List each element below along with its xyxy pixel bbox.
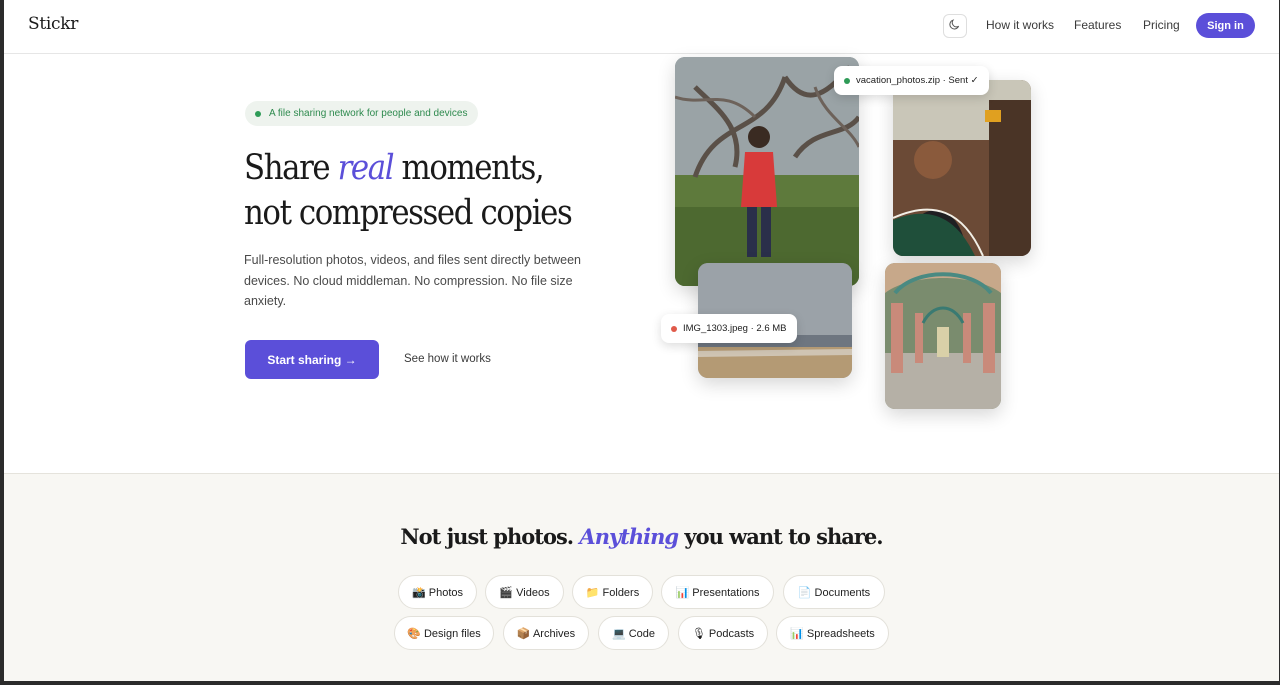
tagline-pill: A file sharing network for people and de… — [245, 101, 479, 126]
tag-design-files[interactable]: 🎨 Design files — [394, 616, 494, 650]
headline-line2: not compressed copies — [244, 193, 573, 233]
transfer-status-dot-icon — [671, 325, 677, 332]
nav-pricing[interactable]: Pricing — [1143, 18, 1180, 32]
logo[interactable]: Stickr — [28, 14, 78, 34]
see-how-it-works-link[interactable]: See how it works — [404, 353, 491, 365]
tag-podcasts[interactable]: 🎙 Podcasts — [678, 616, 768, 650]
title-emphasis: Anything — [579, 524, 679, 549]
file-transfer-label: IMG_1303.jpeg · 2.6 MB — [683, 323, 787, 334]
app-window: Stickr How it works Features Pricing Sig… — [4, 0, 1279, 681]
tag-archives[interactable]: 📦 Archives — [503, 616, 589, 650]
nav-features[interactable]: Features — [1074, 18, 1121, 32]
hero-headline: Share real moments, not compressed copie… — [244, 146, 614, 236]
start-sharing-button[interactable]: Start sharing → — [245, 340, 379, 379]
photo-person-at-restaurant — [893, 80, 1031, 256]
theme-toggle-button[interactable] — [943, 14, 967, 38]
sent-status-dot-icon — [844, 77, 850, 84]
tag-folders[interactable]: 📁 Folders — [572, 575, 653, 609]
sign-in-button[interactable]: Sign in — [1196, 13, 1255, 38]
headline-emphasis: real — [337, 148, 395, 188]
nav-how-it-works[interactable]: How it works — [986, 18, 1054, 32]
moon-icon — [949, 17, 961, 35]
hero-description: Full-resolution photos, videos, and file… — [244, 253, 581, 308]
photo-child-by-tree — [675, 57, 859, 286]
file-transfer-chip: IMG_1303.jpeg · 2.6 MB — [661, 314, 797, 343]
tag-spreadsheets[interactable]: 📊 Spreadsheets — [776, 616, 889, 650]
title-part: you want to share. — [684, 524, 883, 549]
status-dot-icon — [255, 110, 261, 117]
tag-documents[interactable]: 📄 Documents — [783, 575, 885, 609]
photo-palace-hall — [885, 263, 1001, 409]
title-part: Not just photos. — [400, 524, 574, 549]
tag-photos[interactable]: 📸 Photos — [398, 575, 477, 609]
tag-videos[interactable]: 🎬 Videos — [485, 575, 564, 609]
tagline-text: A file sharing network for people and de… — [269, 108, 468, 119]
top-nav: Stickr How it works Features Pricing Sig… — [4, 0, 1279, 54]
headline-part: Share — [244, 148, 331, 188]
headline-part: moments, — [401, 148, 545, 188]
file-types-section: Not just photos. Anything you want to sh… — [4, 473, 1279, 681]
file-sent-label: vacation_photos.zip · Sent ✓ — [856, 75, 979, 86]
tag-code[interactable]: 💻 Code — [598, 616, 669, 650]
file-types-title: Not just photos. Anything you want to sh… — [4, 524, 1279, 549]
file-sent-chip: vacation_photos.zip · Sent ✓ — [834, 66, 989, 95]
tag-presentations[interactable]: 📊 Presentations — [661, 575, 774, 609]
